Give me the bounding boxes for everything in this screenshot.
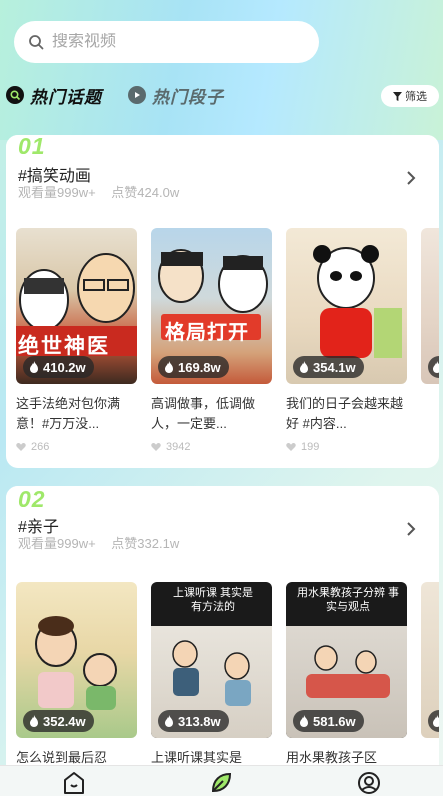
profile-icon[interactable] [356, 770, 382, 796]
topic-icon [6, 86, 24, 104]
filter-icon [393, 91, 402, 101]
view-count: 352.4w [43, 713, 86, 729]
leaf-icon[interactable] [208, 770, 234, 796]
heart-icon [16, 443, 26, 451]
video-item[interactable]: 354.1w 我们的日子会越来越好 #内容... 199 [286, 228, 407, 453]
fire-icon [433, 715, 439, 727]
video-item[interactable] [421, 228, 439, 453]
view-count-badge: 313.8w [158, 710, 229, 732]
view-count: 354.1w [313, 359, 356, 375]
fire-icon [433, 361, 439, 373]
play-icon [128, 86, 146, 104]
video-item[interactable]: 352.4w 怎么说到最后忍 [16, 582, 137, 786]
search-input[interactable] [52, 33, 292, 51]
tab-label: 热门段子 [152, 87, 224, 107]
video-title[interactable]: 高调做事，低调做人，一定要... [151, 394, 272, 434]
view-count: 410.2w [43, 359, 86, 375]
heart-icon [151, 443, 161, 451]
fire-icon [165, 715, 173, 727]
tab-label: 热门话题 [30, 87, 102, 107]
video-thumbnail[interactable]: 上课听课 其实是有方法的 313.8w [151, 582, 272, 738]
heart-icon [286, 443, 296, 451]
video-likes: 266 [16, 441, 137, 453]
like-count: 3942 [166, 441, 191, 453]
topic-views: 观看量999w+ [18, 536, 96, 551]
topic-header[interactable]: 01 #搞笑动画 观看量999w+ 点赞424.0w [6, 135, 439, 221]
view-count-badge: 169.8w [158, 356, 229, 378]
topic-views: 观看量999w+ [18, 185, 96, 200]
topic-card[interactable]: 01 #搞笑动画 观看量999w+ 点赞424.0w 绝世神医 410.2w 这… [6, 135, 439, 468]
video-thumbnail[interactable]: 354.1w [286, 228, 407, 384]
video-thumbnail[interactable] [421, 228, 439, 384]
topic-stats: 观看量999w+ 点赞424.0w [18, 182, 191, 201]
view-count-badge [428, 356, 439, 378]
view-count-badge: 581.6w [293, 710, 364, 732]
topic-likes: 点赞424.0w [111, 185, 180, 200]
bottom-nav [0, 765, 443, 796]
view-count-badge: 354.1w [293, 356, 364, 378]
fire-icon [300, 361, 308, 373]
video-item[interactable]: 用水果教孩子分辨 事实与观点 581.6w 用水果教孩子区 [286, 582, 407, 786]
fire-icon [300, 715, 308, 727]
video-list: 绝世神医 410.2w 这手法绝对包你满意！#万万没... 266 格局打开 1… [16, 228, 439, 453]
topic-likes: 点赞332.1w [111, 536, 180, 551]
thumbnail-caption: 上课听课 其实是有方法的 [172, 587, 254, 613]
fire-icon [30, 715, 38, 727]
video-likes: 199 [286, 441, 407, 453]
view-count: 313.8w [178, 713, 221, 729]
view-count-badge: 410.2w [23, 356, 94, 378]
search-icon [29, 35, 44, 50]
video-list: 352.4w 怎么说到最后忍 上课听课 其实是有方法的 313.8w 上课听课其… [16, 582, 439, 786]
video-item[interactable] [421, 582, 439, 786]
view-count: 169.8w [178, 359, 221, 375]
view-count-badge: 352.4w [23, 710, 94, 732]
tab-bar: 热门话题 热门段子 [6, 80, 250, 110]
video-thumbnail[interactable]: 格局打开 169.8w [151, 228, 272, 384]
topic-stats: 观看量999w+ 点赞332.1w [18, 533, 191, 552]
fire-icon [165, 361, 173, 373]
topic-rank: 02 [18, 486, 46, 512]
video-thumbnail[interactable]: 绝世神医 410.2w [16, 228, 137, 384]
like-count: 266 [31, 441, 50, 453]
tab-hot-topics[interactable]: 热门话题 [6, 83, 102, 108]
filter-button[interactable]: 筛选 [381, 85, 439, 107]
search-bar[interactable] [14, 21, 319, 63]
home-icon[interactable] [61, 770, 87, 796]
tab-hot-jokes[interactable]: 热门段子 [128, 83, 224, 108]
video-thumbnail[interactable]: 352.4w [16, 582, 137, 738]
thumbnail-caption: 用水果教孩子分辨 事实与观点 [296, 587, 400, 613]
video-title[interactable]: 这手法绝对包你满意！#万万没... [16, 394, 137, 434]
topic-card[interactable]: 02 #亲子 观看量999w+ 点赞332.1w 352.4w 怎么说到最后忍 … [6, 486, 439, 786]
topic-header[interactable]: 02 #亲子 观看量999w+ 点赞332.1w [6, 486, 439, 572]
thumbnail-caption: 格局打开 [165, 322, 249, 344]
view-count: 581.6w [313, 713, 356, 729]
topic-rank: 01 [18, 135, 46, 159]
chevron-right-icon[interactable] [405, 522, 417, 536]
chevron-right-icon[interactable] [405, 171, 417, 185]
fire-icon [30, 361, 38, 373]
video-thumbnail[interactable]: 用水果教孩子分辨 事实与观点 581.6w [286, 582, 407, 738]
video-item[interactable]: 绝世神医 410.2w 这手法绝对包你满意！#万万没... 266 [16, 228, 137, 453]
video-thumbnail[interactable] [421, 582, 439, 738]
video-title[interactable]: 我们的日子会越来越好 #内容... [286, 394, 407, 434]
like-count: 199 [301, 441, 320, 453]
video-item[interactable]: 上课听课 其实是有方法的 313.8w 上课听课其实是 [151, 582, 272, 786]
filter-label: 筛选 [405, 91, 427, 103]
video-likes: 3942 [151, 441, 272, 453]
video-item[interactable]: 格局打开 169.8w 高调做事，低调做人，一定要... 3942 [151, 228, 272, 453]
view-count-badge [428, 710, 439, 732]
